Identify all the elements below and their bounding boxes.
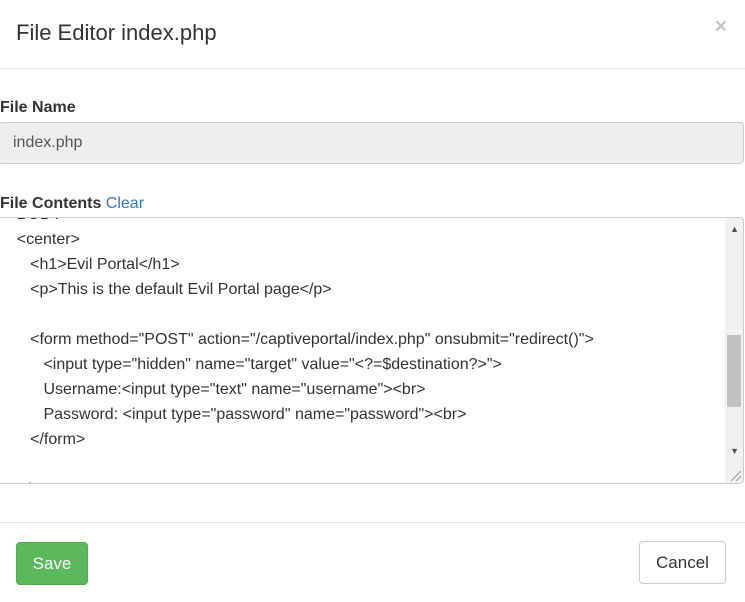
file-contents-label-text: File Contents — [0, 195, 102, 212]
code-line: </center> — [0, 477, 723, 483]
code-line: BODY — [0, 218, 723, 227]
code-line: <input type="hidden" name="target" value… — [0, 356, 502, 373]
code-lines: BODY <center> <h1>Evil Portal</h1> <p>Th… — [0, 218, 723, 483]
modal-title: File Editor index.php — [16, 20, 217, 45]
code-line: <h1>Evil Portal</h1> — [0, 256, 180, 273]
file-contents-textarea[interactable]: BODY <center> <h1>Evil Portal</h1> <p>Th… — [0, 217, 744, 484]
code-line: <center> — [0, 231, 80, 248]
file-name-label: File Name — [0, 99, 76, 116]
modal-footer: Save Cancel — [0, 522, 745, 602]
cancel-button[interactable]: Cancel — [639, 541, 726, 584]
close-icon[interactable]: × — [715, 15, 727, 39]
code-line: Password: <input type="password" name="p… — [0, 406, 467, 423]
file-contents-label: File Contents Clear — [0, 194, 144, 214]
code-line: Username:<input type="text" name="userna… — [0, 381, 426, 398]
modal-header: File Editor index.php × — [0, 0, 745, 69]
code-line: <p>This is the default Evil Portal page<… — [0, 281, 332, 298]
resize-grip-icon[interactable] — [728, 468, 742, 482]
code-line: </form> — [0, 431, 86, 448]
scroll-up-arrow-icon[interactable]: ▲ — [730, 224, 739, 234]
clear-link[interactable]: Clear — [106, 195, 144, 212]
file-name-input[interactable]: index.php — [0, 122, 744, 164]
code-line: <form method="POST" action="/captiveport… — [0, 331, 594, 348]
save-button[interactable]: Save — [16, 542, 88, 585]
vertical-scrollbar[interactable]: ▲ ▼ — [725, 218, 743, 483]
scroll-down-arrow-icon[interactable]: ▼ — [730, 446, 739, 456]
scroll-thumb[interactable] — [727, 335, 741, 407]
